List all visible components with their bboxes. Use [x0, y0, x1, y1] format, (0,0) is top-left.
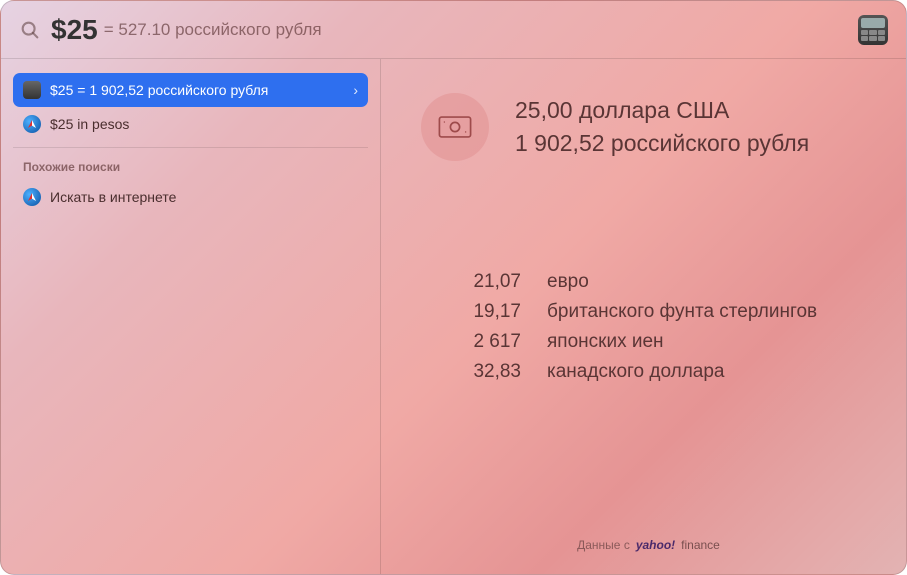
- calculator-app-icon[interactable]: [858, 15, 888, 45]
- result-item-search-web[interactable]: Искать в интернете: [13, 180, 368, 214]
- safari-icon: [23, 115, 41, 133]
- content-body: $25 = 1 902,52 российского рубля › $25 i…: [1, 59, 906, 575]
- attribution-prefix: Данные с: [577, 538, 630, 552]
- result-label: $25 = 1 902,52 российского рубля: [50, 82, 344, 98]
- data-attribution[interactable]: Данные с yahoo! finance: [577, 538, 720, 558]
- search-icon: [19, 19, 41, 41]
- spotlight-window: $25 = 527.10 российского рубля $25 = 1 9…: [0, 0, 907, 575]
- calculator-icon: [23, 81, 41, 99]
- result-label: $25 in pesos: [50, 116, 358, 132]
- conversion-table: 21,07 евро 19,17 британского фунта стерл…: [421, 271, 876, 383]
- conversion-amount: 2 617: [421, 331, 521, 353]
- hero-row: 25,00 доллара США 1 902,52 российского р…: [421, 93, 876, 161]
- safari-icon: [23, 188, 41, 206]
- detail-pane: 25,00 доллара США 1 902,52 российского р…: [381, 59, 906, 575]
- result-item-conversion[interactable]: $25 = 1 902,52 российского рубля ›: [13, 73, 368, 107]
- conversion-currency: евро: [547, 271, 876, 293]
- conversion-currency: канадского доллара: [547, 361, 876, 383]
- result-item-web[interactable]: $25 in pesos: [13, 107, 368, 141]
- result-label: Искать в интернете: [50, 189, 358, 205]
- primary-converted: 1 902,52 российского рубля: [515, 127, 809, 160]
- yahoo-finance-text: finance: [681, 538, 720, 552]
- hero-text: 25,00 доллара США 1 902,52 российского р…: [515, 94, 809, 161]
- conversion-amount: 21,07: [421, 271, 521, 293]
- conversion-currency: японских иен: [547, 331, 876, 353]
- search-query[interactable]: $25: [51, 14, 98, 46]
- conversion-amount: 19,17: [421, 301, 521, 323]
- search-inline-result: = 527.10 российского рубля: [104, 20, 322, 40]
- section-header: Похожие поиски: [13, 147, 368, 180]
- conversion-amount: 32,83: [421, 361, 521, 383]
- search-bar[interactable]: $25 = 527.10 российского рубля: [1, 1, 906, 59]
- yahoo-logo: yahoo!: [636, 538, 675, 552]
- conversion-currency: британского фунта стерлингов: [547, 301, 876, 323]
- primary-amount: 25,00 доллара США: [515, 94, 809, 127]
- currency-icon: [421, 93, 489, 161]
- chevron-right-icon: ›: [353, 82, 358, 98]
- results-sidebar: $25 = 1 902,52 российского рубля › $25 i…: [1, 59, 381, 575]
